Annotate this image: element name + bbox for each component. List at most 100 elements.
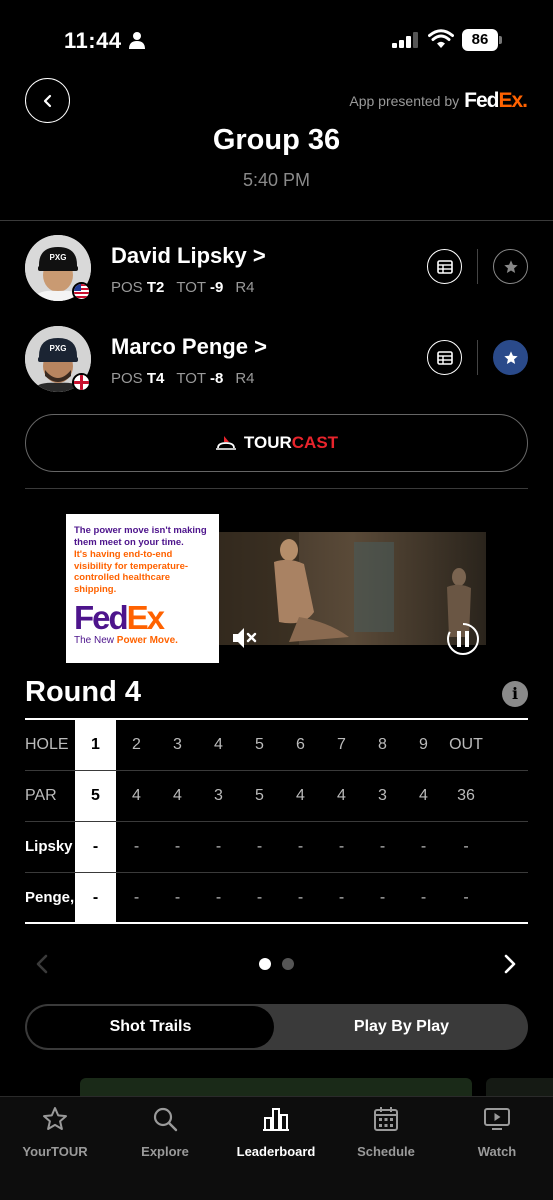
- scorecard-button[interactable]: [427, 340, 462, 375]
- chevron-left-icon[interactable]: [32, 953, 52, 975]
- round-title: Round 4: [25, 676, 141, 708]
- svg-text:PXG: PXG: [50, 344, 67, 353]
- player-position: T2: [146, 279, 165, 296]
- score-cell: -: [297, 838, 304, 855]
- player-position: T4: [146, 370, 165, 387]
- tab-watch[interactable]: Watch: [442, 1105, 552, 1159]
- person-icon: [129, 32, 145, 49]
- par-value: 4: [337, 787, 346, 804]
- player-score-label: Penge,: [25, 889, 75, 906]
- player-row: PXG Marco Penge > POS T4 TOT -8 R4: [25, 326, 528, 394]
- score-cell: -: [215, 838, 222, 855]
- play-by-play-tab[interactable]: Play By Play: [277, 1006, 526, 1048]
- par-value: 4: [132, 787, 141, 804]
- fedex-logo: FedEx.: [464, 89, 528, 112]
- hole-number[interactable]: 3: [157, 720, 198, 770]
- par-value: 36: [457, 787, 475, 804]
- hole-number[interactable]: 5: [239, 720, 280, 770]
- status-time: 11:44: [64, 28, 122, 53]
- play-screen-icon: [484, 1108, 510, 1130]
- scorecard-icon: [436, 350, 453, 365]
- tourcast-label: TOURCAST: [243, 433, 339, 452]
- hole-label: HOLE: [25, 736, 69, 753]
- hole-number[interactable]: OUT: [444, 720, 488, 770]
- player-score-row: Lipsky - - - - - - - - - -: [25, 821, 528, 871]
- hole-number[interactable]: 6: [280, 720, 321, 770]
- par-value: 4: [296, 787, 305, 804]
- score-cell: -: [133, 889, 140, 906]
- score-cell: -: [174, 838, 181, 855]
- player-stats: POS T4 TOT -8 R4: [111, 370, 255, 387]
- shot-trails-tab[interactable]: Shot Trails: [27, 1006, 274, 1048]
- favorite-button[interactable]: [493, 340, 528, 375]
- sponsor-text: App presented by: [349, 93, 460, 109]
- mute-icon[interactable]: [229, 623, 259, 653]
- view-toggle: Shot Trails Play By Play: [25, 1004, 528, 1050]
- tab-schedule[interactable]: Schedule: [331, 1105, 441, 1159]
- page-indicator-dot[interactable]: [282, 958, 294, 970]
- score-cell: -: [92, 889, 99, 906]
- player-total: -8: [210, 370, 224, 387]
- par-label: PAR: [25, 787, 57, 804]
- ad-fedex-logo: FedEx: [74, 599, 165, 636]
- bar-chart-icon: [263, 1108, 289, 1131]
- player-name-link[interactable]: Marco Penge >: [111, 334, 267, 360]
- score-cell: -: [463, 889, 469, 906]
- score-cell: -: [420, 889, 427, 906]
- flag-usa-icon: [72, 282, 91, 301]
- par-value: 5: [91, 787, 100, 804]
- score-cell: -: [338, 889, 345, 906]
- par-value: 4: [173, 787, 182, 804]
- score-cell: -: [256, 838, 263, 855]
- info-icon[interactable]: i: [502, 681, 528, 707]
- divider: [477, 249, 478, 284]
- tab-explore[interactable]: Explore: [110, 1105, 220, 1159]
- pause-icon[interactable]: [446, 622, 480, 656]
- tab-yourtour[interactable]: YourTOUR: [0, 1105, 110, 1159]
- par-row: PAR 5 4 4 3 5 4 4 3 4 36: [25, 770, 528, 820]
- score-cell: -: [379, 838, 386, 855]
- star-icon: [503, 350, 518, 364]
- flag-england-icon: [72, 373, 91, 392]
- search-icon: [153, 1107, 178, 1132]
- hole-number[interactable]: 2: [116, 720, 157, 770]
- battery-icon: 86: [462, 29, 502, 51]
- hole-row: HOLE 1 2 3 4 5 6 7 8 9 OUT: [25, 720, 528, 770]
- back-button[interactable]: [25, 78, 70, 123]
- score-cell: -: [256, 889, 263, 906]
- hole-number[interactable]: 1: [75, 720, 116, 770]
- status-bar: 11:44 86: [0, 0, 553, 80]
- tab-leaderboard[interactable]: Leaderboard: [221, 1105, 331, 1159]
- hole-number[interactable]: 4: [198, 720, 239, 770]
- player-stats: POS T2 TOT -9 R4: [111, 279, 255, 296]
- player-name-link[interactable]: David Lipsky >: [111, 243, 266, 269]
- battery-level: 86: [462, 29, 498, 51]
- signal-icon: [392, 32, 418, 48]
- ad-headline: The power move isn't making them meet on…: [74, 525, 207, 548]
- score-cell: -: [463, 838, 469, 855]
- chevron-left-icon: [43, 94, 51, 107]
- divider: [0, 220, 553, 221]
- calendar-icon: [374, 1107, 398, 1131]
- tourcast-logo-icon: [215, 436, 236, 450]
- hole-number[interactable]: 9: [403, 720, 444, 770]
- tee-time: 5:40 PM: [242, 170, 311, 190]
- wifi-icon: [428, 29, 454, 48]
- page-title: Group 36: [212, 124, 341, 156]
- ad-banner[interactable]: The power move isn't making them meet on…: [66, 514, 219, 663]
- ad-body: It's having end-to-end visibility for te…: [74, 549, 189, 595]
- scorecard-button[interactable]: [427, 249, 462, 284]
- tourcast-button[interactable]: TOURCAST: [25, 414, 528, 472]
- svg-text:PXG: PXG: [50, 253, 67, 262]
- divider: [477, 340, 478, 375]
- hole-number[interactable]: 8: [362, 720, 403, 770]
- chevron-right-icon[interactable]: [500, 953, 520, 975]
- favorite-button[interactable]: [493, 249, 528, 284]
- score-cell: -: [420, 838, 427, 855]
- page-indicator-dot[interactable]: [259, 958, 271, 970]
- score-cell: -: [92, 838, 99, 855]
- hole-number[interactable]: 7: [321, 720, 362, 770]
- scorecard-icon: [436, 259, 453, 274]
- player-round: R4: [235, 279, 255, 296]
- divider: [25, 488, 528, 489]
